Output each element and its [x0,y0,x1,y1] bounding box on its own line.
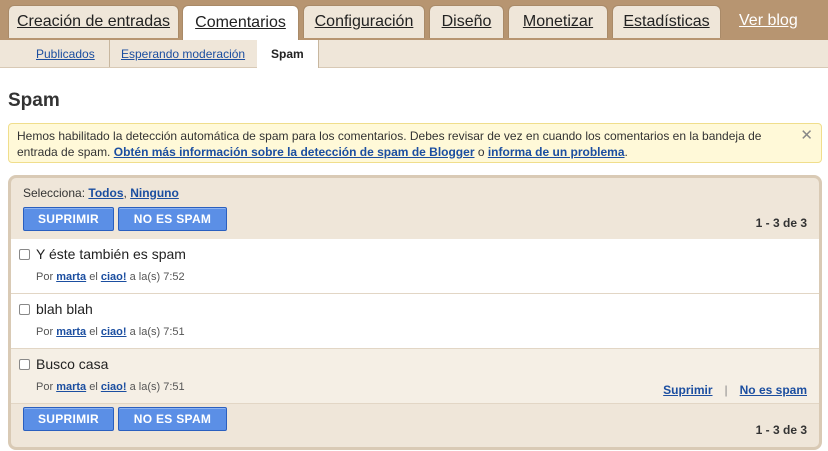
comment-post-link[interactable]: ciao! [101,381,127,393]
comment-row: Busco casa Por marta el ciao! a la(s) 7:… [11,349,819,404]
notice-text-end: . [624,145,628,159]
page-title: Spam [8,90,60,111]
not-spam-button-top[interactable]: NO ES SPAM [118,207,227,231]
sub-nav-bar: Publicados Esperando moderación Spam [0,40,828,68]
comment-title: Y éste también es spam [36,246,186,262]
notice-text-or: o [474,145,488,159]
comment-checkbox[interactable] [19,304,30,315]
comment-author-link[interactable]: marta [56,271,86,283]
delete-button-top[interactable]: SUPRIMIR [23,207,114,231]
comment-post-link[interactable]: ciao! [101,271,127,283]
comment-checkbox[interactable] [19,359,30,370]
comment-time: a la(s) 7:52 [129,271,185,283]
meta-on: el [89,271,98,283]
comment-title: Busco casa [36,356,109,372]
tab-comentarios[interactable]: Comentarios [182,5,299,40]
row-delete-link[interactable]: Suprimir [663,383,712,397]
spam-comments-panel: Selecciona: Todos, Ninguno SUPRIMIR NO E… [8,175,822,450]
meta-on: el [89,326,98,338]
comment-row-actions: Suprimir | No es spam [663,383,807,397]
subtab-spam[interactable]: Spam [257,40,319,68]
meta-by: Por [36,271,54,283]
comment-checkbox[interactable] [19,249,30,260]
meta-by: Por [36,326,54,338]
tab-monetizar[interactable]: Monetizar [508,5,608,38]
comment-row: Y éste también es spam Por marta el ciao… [11,239,819,294]
row-not-spam-link[interactable]: No es spam [740,383,807,397]
comment-time: a la(s) 7:51 [129,326,185,338]
subtab-esperando-moderacion[interactable]: Esperando moderación [108,40,261,67]
subtab-publicados[interactable]: Publicados [0,40,110,67]
comment-row: blah blah Por marta el ciao! a la(s) 7:5… [11,294,819,349]
comment-meta: Por marta el ciao! a la(s) 7:52 [36,271,185,283]
view-blog-link[interactable]: Ver blog [739,12,798,30]
comment-title: blah blah [36,301,93,317]
tab-configuracion[interactable]: Configuración [303,5,425,38]
comment-time: a la(s) 7:51 [129,381,185,393]
not-spam-button-bottom[interactable]: NO ES SPAM [118,407,227,431]
comment-meta: Por marta el ciao! a la(s) 7:51 [36,326,185,338]
select-separator: , [123,186,127,200]
select-none-link[interactable]: Ninguno [130,186,179,200]
top-nav-bar: Creación de entradas Comentarios Configu… [0,0,828,40]
spam-detection-info-link[interactable]: Obtén más información sobre la detección… [114,145,475,159]
meta-by: Por [36,381,54,393]
pagination-count-bottom: 1 - 3 de 3 [755,423,807,437]
tab-diseno[interactable]: Diseño [429,5,504,38]
tab-estadisticas[interactable]: Estadísticas [612,5,721,38]
meta-on: el [89,381,98,393]
select-row: Selecciona: Todos, Ninguno [23,186,179,200]
delete-button-bottom[interactable]: SUPRIMIR [23,407,114,431]
comment-meta: Por marta el ciao! a la(s) 7:51 [36,381,185,393]
comment-author-link[interactable]: marta [56,326,86,338]
select-all-link[interactable]: Todos [88,186,123,200]
report-problem-link[interactable]: informa de un problema [488,145,625,159]
comment-post-link[interactable]: ciao! [101,326,127,338]
row-actions-separator: | [724,383,728,397]
comment-author-link[interactable]: marta [56,381,86,393]
pagination-count-top: 1 - 3 de 3 [755,216,807,230]
close-icon[interactable]: ✕ [800,128,813,144]
tab-creacion-de-entradas[interactable]: Creación de entradas [8,5,179,38]
spam-detection-notice: Hemos habilitado la detección automática… [8,123,822,163]
select-label: Selecciona: [23,186,86,200]
